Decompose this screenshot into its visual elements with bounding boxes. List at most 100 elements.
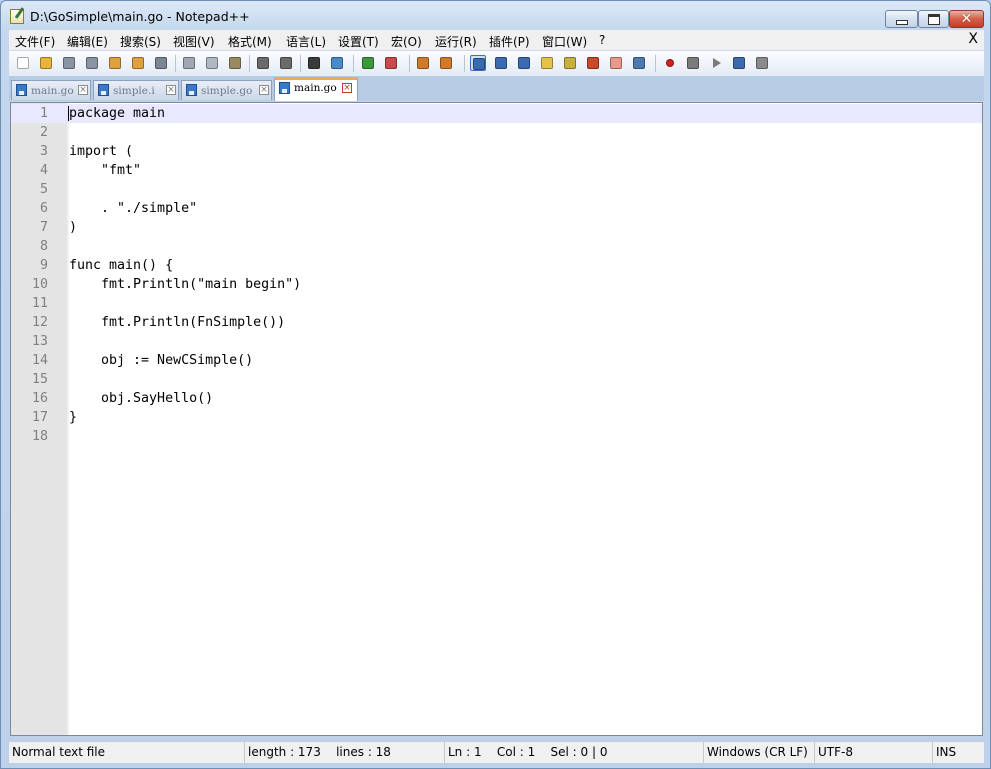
code-line[interactable]: 17} (11, 408, 982, 427)
tab-simple-go[interactable]: simple.go × (181, 80, 272, 100)
line-number: 9 (39, 258, 48, 273)
toolbar-separator (300, 55, 301, 72)
find-icon (308, 57, 320, 69)
menu-view[interactable]: 视图(V) (173, 33, 215, 50)
code-line[interactable]: 6 . "./simple" (11, 199, 982, 218)
doc-map-button[interactable] (562, 55, 578, 71)
find-button[interactable] (306, 55, 322, 71)
save-button[interactable] (61, 55, 77, 71)
code-line[interactable]: 15 (11, 370, 982, 389)
title-bar[interactable]: D:\GoSimple\main.go - Notepad++ ✕ (1, 1, 990, 31)
open-file-button[interactable] (38, 55, 54, 71)
code-line[interactable]: 8 (11, 237, 982, 256)
save-macro-button[interactable] (754, 55, 770, 71)
line-number: 18 (31, 429, 48, 444)
run-macro-multiple-button[interactable] (731, 55, 747, 71)
lang-define-button[interactable] (539, 55, 555, 71)
zoom-in-button[interactable] (360, 55, 376, 71)
replace-button[interactable] (329, 55, 345, 71)
maximize-button[interactable] (918, 10, 949, 28)
word-wrap-button[interactable] (470, 55, 486, 71)
menu-macro[interactable]: 宏(O) (391, 33, 422, 50)
menu-settings[interactable]: 设置(T) (338, 33, 379, 50)
window-title: D:\GoSimple\main.go - Notepad++ (30, 9, 250, 24)
tab-close-icon[interactable]: × (342, 83, 352, 93)
tab-main-go-1[interactable]: main.go × (11, 80, 91, 100)
close-file-button[interactable] (107, 55, 123, 71)
folder-workspace-button[interactable] (608, 55, 624, 71)
code-line[interactable]: 3 import ( (11, 142, 982, 161)
tab-close-icon[interactable]: × (166, 85, 176, 95)
sync-horizontal-icon (440, 57, 452, 69)
menu-help[interactable]: ? (599, 33, 605, 47)
toolbar-separator (175, 55, 176, 72)
code-line[interactable]: 13 (11, 332, 982, 351)
toolbar-separator (249, 55, 250, 72)
monitoring-button[interactable] (631, 55, 647, 71)
toolbar-separator (464, 55, 465, 72)
code-line[interactable]: 2 (11, 123, 982, 142)
playback-icon (713, 58, 721, 68)
code-text: "fmt" (69, 163, 142, 178)
close-all-button[interactable] (130, 55, 146, 71)
close-icon: ✕ (960, 11, 973, 27)
saved-file-icon (186, 84, 197, 96)
saved-file-icon (98, 84, 109, 96)
status-eol-format[interactable]: Windows (CR LF) (704, 742, 815, 763)
code-text: fmt.Println("main begin") (69, 277, 302, 292)
code-line[interactable]: 18 (11, 427, 982, 446)
print-button[interactable] (153, 55, 169, 71)
menu-edit[interactable]: 编辑(E) (67, 33, 108, 50)
code-line[interactable]: 14 obj := NewCSimple() (11, 351, 982, 370)
menu-file[interactable]: 文件(F) (15, 33, 55, 50)
tab-main-go-active[interactable]: main.go × (274, 77, 358, 101)
line-number: 17 (31, 410, 48, 425)
show-all-chars-button[interactable] (493, 55, 509, 71)
code-editor[interactable]: 1 package main 2 3 import (4 "fmt" 5 6 . "./si… (10, 102, 983, 736)
zoom-out-button[interactable] (383, 55, 399, 71)
menu-window[interactable]: 窗口(W) (542, 33, 587, 50)
function-list-button[interactable] (585, 55, 601, 71)
minimize-button[interactable] (885, 10, 918, 28)
menu-run[interactable]: 运行(R) (435, 33, 477, 50)
close-document-x[interactable]: X (968, 31, 978, 47)
sync-horizontal-button[interactable] (438, 55, 454, 71)
menu-format[interactable]: 格式(M) (228, 33, 272, 50)
save-all-button[interactable] (84, 55, 100, 71)
code-line[interactable]: 5 (11, 180, 982, 199)
redo-button[interactable] (278, 55, 294, 71)
code-line[interactable]: 10 fmt.Println("main begin") (11, 275, 982, 294)
record-macro-button[interactable] (662, 55, 678, 71)
notepadpp-app-icon[interactable] (10, 9, 24, 24)
tab-close-icon[interactable]: × (78, 85, 88, 95)
undo-button[interactable] (255, 55, 271, 71)
indent-guide-button[interactable] (516, 55, 532, 71)
code-line[interactable]: 16 obj.SayHello() (11, 389, 982, 408)
status-insert-mode[interactable]: INS (933, 742, 984, 763)
sync-vertical-button[interactable] (415, 55, 431, 71)
menu-language[interactable]: 语言(L) (286, 33, 326, 50)
cut-button[interactable] (181, 55, 197, 71)
line-number: 13 (31, 334, 48, 349)
line-number: 4 (39, 163, 48, 178)
code-line[interactable]: 12 fmt.Println(FnSimple()) (11, 313, 982, 332)
close-window-button[interactable]: ✕ (949, 10, 984, 28)
paste-button[interactable] (227, 55, 243, 71)
status-encoding[interactable]: UTF-8 (815, 742, 933, 763)
tab-simple-i[interactable]: simple.i × (93, 80, 179, 100)
tab-close-icon[interactable]: × (259, 85, 269, 95)
code-line[interactable]: 1 package main (11, 104, 982, 123)
playback-button[interactable] (708, 55, 724, 71)
code-line[interactable]: 7) (11, 218, 982, 237)
record-macro-icon (666, 59, 674, 67)
doc-map-icon (564, 57, 576, 69)
code-line[interactable]: 4 "fmt" (11, 161, 982, 180)
menu-search[interactable]: 搜索(S) (120, 33, 161, 50)
menu-plugins[interactable]: 插件(P) (489, 33, 530, 50)
code-line[interactable]: 11 (11, 294, 982, 313)
copy-button[interactable] (204, 55, 220, 71)
new-file-button[interactable] (15, 55, 31, 71)
code-line[interactable]: 9 func main() { (11, 256, 982, 275)
stop-record-button[interactable] (685, 55, 701, 71)
zoom-out-icon (385, 57, 397, 69)
